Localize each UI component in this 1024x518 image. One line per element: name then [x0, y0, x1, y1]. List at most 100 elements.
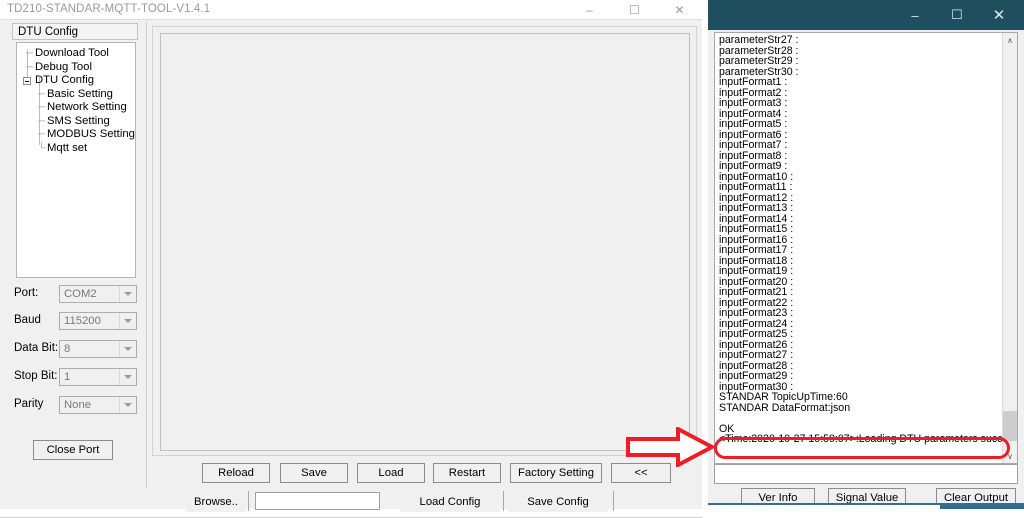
right-window-body: parameterStr27 : parameterStr28 : parame…: [708, 30, 1024, 508]
stop-bit-label: Stop Bit:: [14, 370, 58, 382]
restart-label: Restart: [448, 467, 486, 479]
chevron-down-icon[interactable]: [119, 313, 136, 329]
command-input[interactable]: [714, 464, 1018, 484]
stop-bit-select[interactable]: 1: [59, 368, 137, 386]
parity-value: None: [64, 399, 92, 411]
tab-dtu-config[interactable]: DTU Config: [12, 23, 138, 40]
tree-item-label: Network Setting: [47, 101, 127, 113]
tree-item-dtu-config[interactable]: DTU Config: [17, 74, 135, 88]
factory-setting-button[interactable]: Factory Setting: [510, 463, 602, 483]
maximize-icon[interactable]: ☐: [612, 0, 657, 19]
tree-item-modbus-setting[interactable]: ─ MODBUS Setting: [17, 128, 135, 142]
minimize-icon[interactable]: –: [894, 0, 936, 30]
tree-item-sms-setting[interactable]: ─ SMS Setting: [17, 115, 135, 129]
browse-button[interactable]: Browse..: [186, 492, 246, 512]
close-port-label: Close Port: [46, 444, 100, 456]
tree-item-mqtt-set[interactable]: └ Mqtt set: [17, 142, 135, 156]
scrollbar-thumb[interactable]: [1003, 411, 1017, 441]
port-value: COM2: [64, 288, 97, 300]
tree-item-debug-tool[interactable]: ─ Debug Tool: [17, 61, 135, 75]
close-port-button[interactable]: Close Port: [33, 440, 113, 460]
log-scrollbar[interactable]: ∧ ∨: [1002, 33, 1017, 463]
tree-item-download-tool[interactable]: ─ Download Tool: [17, 47, 135, 61]
content-panel-outer: [152, 26, 697, 456]
stop-bit-value: 1: [64, 371, 71, 383]
scroll-down-icon[interactable]: ∨: [1003, 449, 1017, 463]
tree-branch-icon: ─: [26, 61, 34, 73]
column-divider: [146, 22, 147, 488]
baud-label: Baud: [14, 314, 41, 326]
data-bit-label: Data Bit:: [14, 342, 59, 354]
maximize-icon[interactable]: ☐: [936, 0, 978, 30]
mqtt-tool-window: TD210-STANDAR-MQTT-TOOL-V1.4.1 – ☐ ✕ DTU…: [0, 0, 702, 518]
output-log-panel[interactable]: parameterStr27 : parameterStr28 : parame…: [714, 32, 1018, 464]
tree-branch-icon: ─: [38, 115, 46, 127]
stop-bit-row: Stop Bit: 1: [14, 368, 139, 386]
reload-button[interactable]: Reload: [202, 463, 270, 483]
data-bit-value: 8: [64, 343, 71, 355]
reload-label: Reload: [218, 467, 254, 479]
left-window-body: DTU Config ─ Download Tool ─ Debug Tool …: [0, 19, 702, 518]
port-row: Port: COM2: [14, 285, 139, 303]
tree-branch-icon: └: [38, 142, 46, 154]
chevron-down-icon[interactable]: [119, 369, 136, 385]
port-select[interactable]: COM2: [59, 285, 137, 303]
load-label: Load: [378, 467, 404, 479]
baud-row: Baud 115200: [14, 312, 139, 330]
tree-item-network-setting[interactable]: ─ Network Setting: [17, 101, 135, 115]
port-label: Port:: [14, 287, 39, 299]
restart-button[interactable]: Restart: [433, 463, 501, 483]
separator: [503, 491, 504, 511]
navigation-tree[interactable]: ─ Download Tool ─ Debug Tool DTU Config …: [16, 42, 136, 278]
tree-branch-icon: ─: [38, 88, 46, 100]
browse-label: Browse..: [194, 496, 238, 508]
tree-item-basic-setting[interactable]: ─ Basic Setting: [17, 88, 135, 102]
save-config-label: Save Config: [527, 496, 589, 508]
data-bit-row: Data Bit: 8: [14, 340, 139, 358]
save-button[interactable]: Save: [280, 463, 348, 483]
chevron-down-icon[interactable]: [119, 341, 136, 357]
data-bit-select[interactable]: 8: [59, 340, 137, 358]
scroll-up-icon[interactable]: ∧: [1003, 33, 1017, 47]
close-icon[interactable]: ✕: [657, 0, 702, 19]
tree-item-label: Basic Setting: [47, 87, 113, 100]
chevron-down-icon[interactable]: [119, 286, 136, 302]
content-panel-inner: [160, 33, 690, 451]
tree-item-label: DTU Config: [35, 74, 95, 86]
minimize-icon[interactable]: –: [567, 0, 612, 19]
tree-item-label: SMS Setting: [47, 114, 110, 127]
parity-label: Parity: [14, 398, 44, 410]
separator: [248, 491, 249, 511]
tree-item-label: Mqtt set: [47, 141, 88, 154]
close-icon[interactable]: ✕: [978, 0, 1020, 30]
collapse-button[interactable]: <<: [611, 463, 671, 483]
tree-branch-icon: ─: [38, 102, 46, 113]
config-path-input[interactable]: [255, 492, 380, 510]
tree-item-label: Download Tool: [35, 47, 109, 59]
tree-branch-icon: ─: [38, 129, 46, 140]
save-config-button[interactable]: Save Config: [508, 492, 608, 512]
right-window-titlebar: – ☐ ✕: [708, 0, 1024, 30]
tree-branch-icon: ─: [26, 48, 34, 59]
tree-item-label: Debug Tool: [35, 60, 92, 73]
load-button[interactable]: Load: [357, 463, 425, 483]
output-log-text: parameterStr27 : parameterStr28 : parame…: [719, 34, 1018, 445]
collapse-box-icon[interactable]: [23, 77, 31, 85]
left-window-titlebar: TD210-STANDAR-MQTT-TOOL-V1.4.1 – ☐ ✕: [0, 0, 702, 20]
separator: [613, 491, 614, 511]
parity-row: Parity None: [14, 396, 139, 414]
load-config-label: Load Config: [419, 496, 481, 508]
factory-setting-label: Factory Setting: [518, 467, 594, 479]
tab-dtu-config-label: DTU Config: [18, 26, 79, 38]
left-window-title: TD210-STANDAR-MQTT-TOOL-V1.4.1: [7, 3, 211, 15]
baud-select[interactable]: 115200: [59, 312, 137, 330]
collapse-label: <<: [634, 467, 648, 479]
taskbar-active-indicator: [940, 505, 1024, 509]
load-config-button[interactable]: Load Config: [400, 492, 500, 512]
save-label: Save: [301, 467, 327, 479]
serial-output-window: – ☐ ✕ parameterStr27 : parameterStr28 : …: [708, 0, 1024, 508]
baud-value: 115200: [64, 315, 101, 327]
tree-item-label: MODBUS Setting: [47, 128, 135, 140]
chevron-down-icon[interactable]: [119, 397, 136, 413]
parity-select[interactable]: None: [59, 396, 137, 414]
